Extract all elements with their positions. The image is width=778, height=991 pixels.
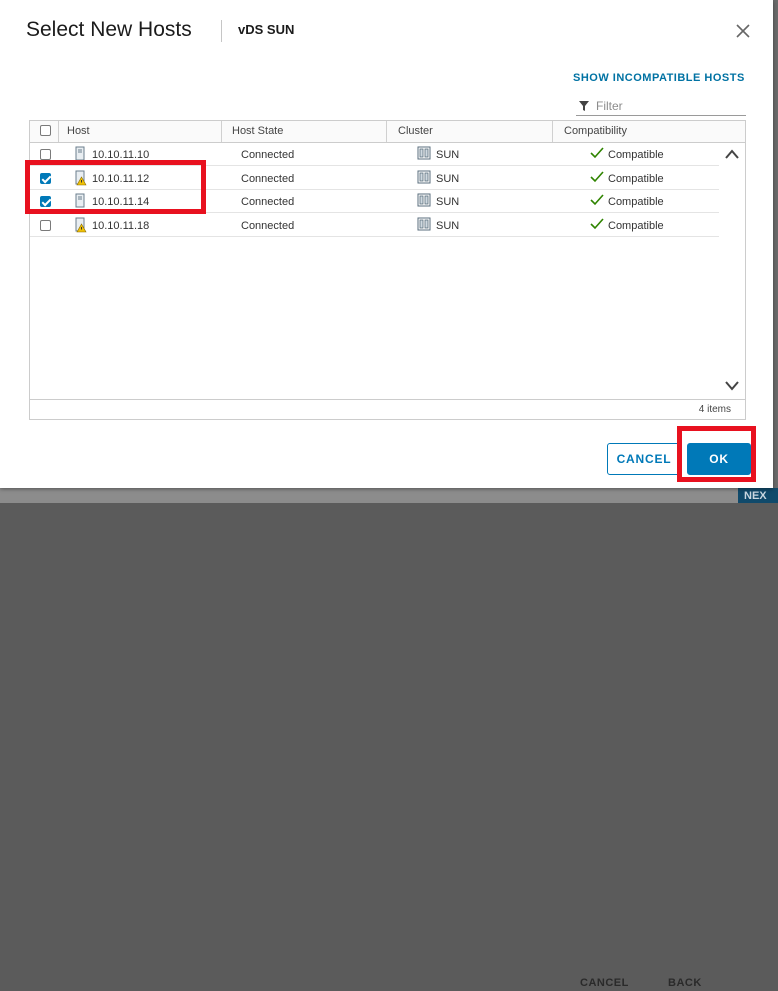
dialog-title: Select New Hosts xyxy=(26,18,192,41)
cluster-icon xyxy=(417,193,431,207)
host-warning-icon xyxy=(75,170,87,186)
table-row[interactable]: 10.10.11.12 Connected SUN Compatible xyxy=(30,167,719,190)
row-checkbox[interactable] xyxy=(40,196,51,207)
wizard-back-button[interactable]: BACK xyxy=(668,977,702,991)
checkmark-icon xyxy=(590,218,604,230)
column-header-host[interactable]: Host xyxy=(67,121,90,142)
host-name[interactable]: 10.10.11.10 xyxy=(92,149,149,161)
cluster-icon xyxy=(417,170,431,184)
cluster-name: SUN xyxy=(436,149,460,161)
column-header-compatibility[interactable]: Compatibility xyxy=(564,121,627,142)
datagrid-footer: 4 items xyxy=(30,399,745,419)
checkmark-icon xyxy=(590,147,604,159)
hosts-datagrid: Host Host State Cluster Compatibility 10… xyxy=(29,120,746,420)
table-row[interactable]: 10.10.11.18 Connected SUN Compatible xyxy=(30,214,719,237)
host-state: Connected xyxy=(241,149,295,161)
item-count: 4 items xyxy=(698,404,731,415)
show-incompatible-hosts-link[interactable]: SHOW INCOMPATIBLE HOSTS xyxy=(573,72,745,84)
table-row[interactable]: 10.10.11.14 Connected SUN Compatible xyxy=(30,190,719,213)
compatibility-status: Compatible xyxy=(608,173,664,185)
select-all-checkbox[interactable] xyxy=(40,125,51,136)
ok-button[interactable]: OK xyxy=(687,443,751,475)
checkmark-icon xyxy=(590,171,604,183)
host-name[interactable]: 10.10.11.14 xyxy=(92,196,149,208)
cancel-button[interactable]: CANCEL xyxy=(607,443,681,475)
host-server-icon xyxy=(75,193,85,208)
table-row[interactable]: 10.10.11.10 Connected SUN Compatible xyxy=(30,143,719,166)
close-icon[interactable] xyxy=(734,22,752,40)
host-state: Connected xyxy=(241,196,295,208)
host-name[interactable]: 10.10.11.18 xyxy=(92,220,149,232)
wizard-footer-behind: CANCEL BACK xyxy=(0,488,778,989)
datagrid-scrollbar[interactable] xyxy=(719,143,745,398)
cluster-icon xyxy=(417,217,431,231)
dialog-subtitle: vDS SUN xyxy=(238,22,295,37)
select-new-hosts-dialog: Select New Hosts vDS SUN SHOW INCOMPATIB… xyxy=(0,0,773,488)
column-separator xyxy=(552,121,553,142)
host-server-icon xyxy=(75,146,85,161)
column-separator xyxy=(386,121,387,142)
compatibility-status: Compatible xyxy=(608,220,664,232)
compatibility-status: Compatible xyxy=(608,149,664,161)
title-divider xyxy=(221,20,222,42)
cluster-name: SUN xyxy=(436,173,460,185)
host-state: Connected xyxy=(241,173,295,185)
row-checkbox[interactable] xyxy=(40,173,51,184)
column-separator xyxy=(221,121,222,142)
host-warning-icon xyxy=(75,217,87,233)
chevron-down-icon[interactable] xyxy=(725,381,739,391)
host-state: Connected xyxy=(241,220,295,232)
filter-field xyxy=(576,96,746,116)
chevron-up-icon[interactable] xyxy=(725,149,739,159)
wizard-cancel-button[interactable]: CANCEL xyxy=(580,977,629,991)
row-checkbox[interactable] xyxy=(40,149,51,160)
column-header-host-state[interactable]: Host State xyxy=(232,121,283,142)
cluster-name: SUN xyxy=(436,196,460,208)
datagrid-header: Host Host State Cluster Compatibility xyxy=(30,121,745,143)
filter-input[interactable] xyxy=(596,97,744,114)
filter-icon xyxy=(579,101,589,111)
column-header-cluster[interactable]: Cluster xyxy=(398,121,433,142)
column-separator xyxy=(58,121,59,142)
checkmark-icon xyxy=(590,194,604,206)
cluster-name: SUN xyxy=(436,220,460,232)
wizard-next-button[interactable]: NEX xyxy=(738,488,778,503)
row-checkbox[interactable] xyxy=(40,220,51,231)
compatibility-status: Compatible xyxy=(608,196,664,208)
host-name[interactable]: 10.10.11.12 xyxy=(92,173,149,185)
cluster-icon xyxy=(417,146,431,160)
